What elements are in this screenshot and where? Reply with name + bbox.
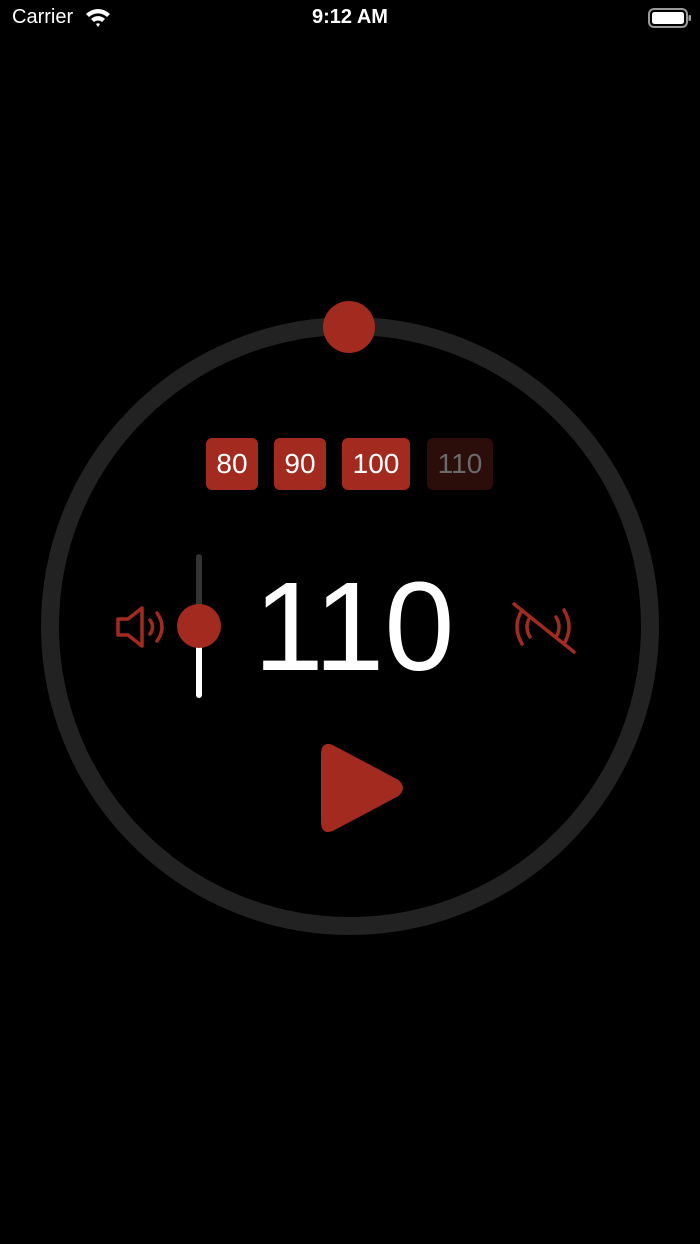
preset-button-100[interactable]: 100 (342, 438, 410, 490)
play-icon (321, 743, 403, 833)
battery-icon (648, 8, 691, 28)
preset-button-80[interactable]: 80 (206, 438, 258, 490)
preset-label: 90 (284, 448, 316, 479)
status-bar: Carrier 9:12 AM (0, 0, 700, 36)
status-time: 9:12 AM (312, 6, 388, 28)
play-button[interactable] (316, 740, 408, 836)
vibration-off-icon[interactable] (508, 598, 578, 656)
preset-button-110[interactable]: 110 (427, 438, 493, 490)
preset-button-90[interactable]: 90 (274, 438, 326, 490)
preset-label: 80 (216, 448, 248, 479)
speaker-icon (116, 606, 164, 648)
volume-slider-knob[interactable] (177, 604, 221, 648)
preset-label: 110 (437, 448, 483, 479)
tempo-value: 110 (253, 556, 455, 697)
preset-label: 100 (352, 448, 400, 479)
tempo-dial-knob[interactable] (323, 301, 375, 353)
